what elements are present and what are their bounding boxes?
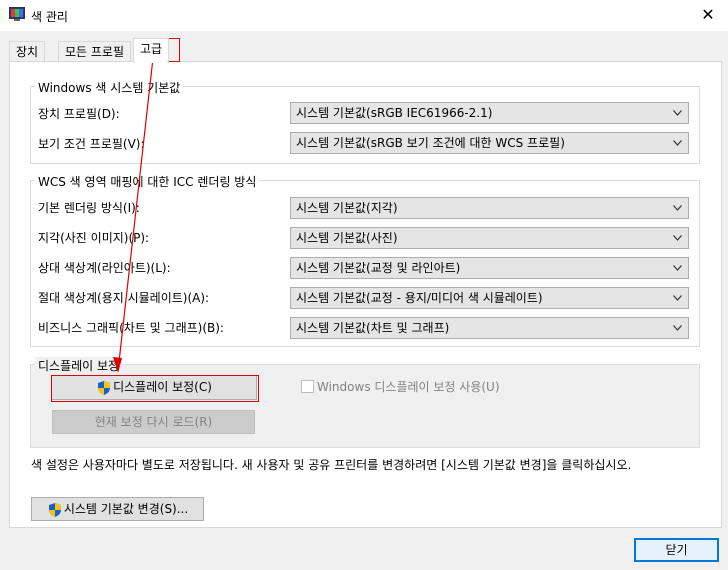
close-button[interactable]: 닫기 <box>634 538 719 562</box>
change-system-defaults-label: 시스템 기본값 변경(S)... <box>63 502 189 516</box>
chevron-down-icon <box>673 235 682 241</box>
perceptual-value: 시스템 기본값(사진) <box>296 231 398 245</box>
chevron-down-icon <box>673 325 682 331</box>
business-graphics-value: 시스템 기본값(차트 및 그래프) <box>296 321 450 335</box>
uac-shield-icon <box>48 502 61 517</box>
reload-calibration-button[interactable]: 현재 보정 다시 로드(R) <box>52 410 255 434</box>
chevron-down-icon <box>673 140 682 146</box>
chevron-down-icon <box>673 110 682 116</box>
chevron-down-icon <box>673 295 682 301</box>
annotation-highlight-box <box>51 375 259 402</box>
chevron-down-icon <box>673 205 682 211</box>
absolute-colorimetric-value: 시스템 기본값(교정 - 용지/미디어 색 시뮬레이트) <box>296 291 543 305</box>
viewing-conditions-value: 시스템 기본값(sRGB 보기 조건에 대한 WCS 프로필) <box>296 136 565 150</box>
settings-note: 색 설정은 사용자마다 별도로 저장됩니다. 새 사용자 및 공유 프린터를 변… <box>31 458 632 472</box>
default-intent-value: 시스템 기본값(지각) <box>296 201 398 215</box>
close-window-icon[interactable]: ✕ <box>693 3 723 27</box>
window-title: 색 관리 <box>31 10 68 24</box>
relative-colorimetric-value: 시스템 기본값(교정 및 라인아트) <box>296 261 461 275</box>
default-intent-combo[interactable]: 시스템 기본값(지각) <box>290 197 689 219</box>
title-bar <box>0 0 728 31</box>
tab-devices[interactable]: 장치 <box>9 41 46 62</box>
change-system-defaults-button[interactable]: 시스템 기본값 변경(S)... <box>31 497 204 521</box>
device-profile-value: 시스템 기본값(sRGB IEC61966-2.1) <box>296 106 493 120</box>
use-calibration-label: Windows 디스플레이 보정 사용(U) <box>317 380 500 394</box>
chevron-down-icon <box>673 265 682 271</box>
tab-advanced[interactable]: 고급 <box>133 38 170 63</box>
color-management-icon <box>9 7 25 21</box>
use-calibration-checkbox[interactable] <box>301 380 314 393</box>
absolute-colorimetric-combo[interactable]: 시스템 기본값(교정 - 용지/미디어 색 시뮬레이트) <box>290 287 689 309</box>
relative-colorimetric-combo[interactable]: 시스템 기본값(교정 및 라인아트) <box>290 257 689 279</box>
device-profile-combo[interactable]: 시스템 기본값(sRGB IEC61966-2.1) <box>290 102 689 124</box>
perceptual-combo[interactable]: 시스템 기본값(사진) <box>290 227 689 249</box>
business-graphics-combo[interactable]: 시스템 기본값(차트 및 그래프) <box>290 317 689 339</box>
annotation-arrow <box>113 57 154 373</box>
viewing-conditions-combo[interactable]: 시스템 기본값(sRGB 보기 조건에 대한 WCS 프로필) <box>290 132 689 154</box>
